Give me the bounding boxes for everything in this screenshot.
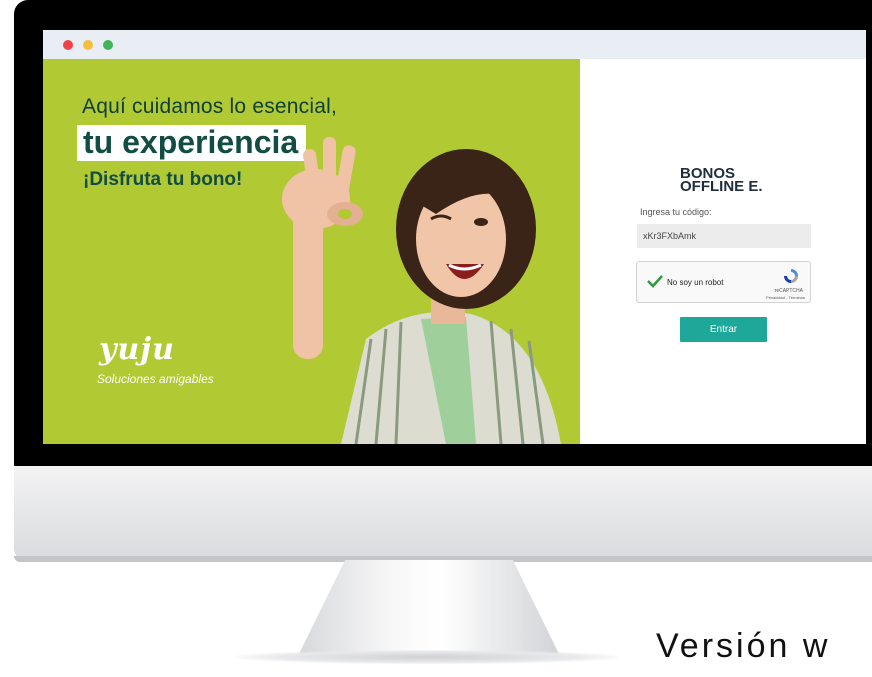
captcha-links[interactable]: Privacidad - Términos [766,295,805,300]
monitor-chin [14,466,872,562]
hero-tagline-line3: ¡Disfruta tu bono! [83,169,243,190]
recaptcha-widget[interactable]: No soy un robot reCAPTCHA Privacidad - T… [636,261,811,303]
monitor-stand [298,560,560,656]
brand-slogan: Soluciones amigables [97,372,214,386]
hero-tagline-line1: Aquí cuidamos lo esencial, [82,95,338,118]
recaptcha-icon [784,269,798,283]
captcha-brand: reCAPTCHA [774,288,803,294]
submit-button[interactable]: Entrar [680,317,767,342]
window-titlebar [43,30,866,59]
maximize-dot[interactable] [103,39,113,50]
close-dot[interactable] [63,39,73,50]
hero-banner: Aquí cuidamos lo esencial, tu experienci… [43,59,580,444]
checkmark-icon[interactable] [647,274,663,288]
captcha-label: No soy un robot [667,278,724,287]
caption-text: Versión w [656,627,831,665]
code-input[interactable] [637,224,811,248]
code-label: Ingresa tu código: [640,207,712,217]
minimize-dot[interactable] [83,39,93,50]
browser-window: Aquí cuidamos lo esencial, tu experienci… [43,30,866,444]
hero-woman-photo [282,137,561,444]
page-content: Aquí cuidamos lo esencial, tu experienci… [43,59,866,444]
login-panel: BONOS OFFLINE E. Ingresa tu código: No s… [580,59,866,444]
monitor-stand-base [236,650,618,664]
hero-tagline-line2: tu experiencia [83,124,299,160]
login-title: BONOS OFFLINE E. [680,165,763,195]
yuju-logo: yuju [99,332,175,367]
ok-hand-icon [282,137,363,359]
